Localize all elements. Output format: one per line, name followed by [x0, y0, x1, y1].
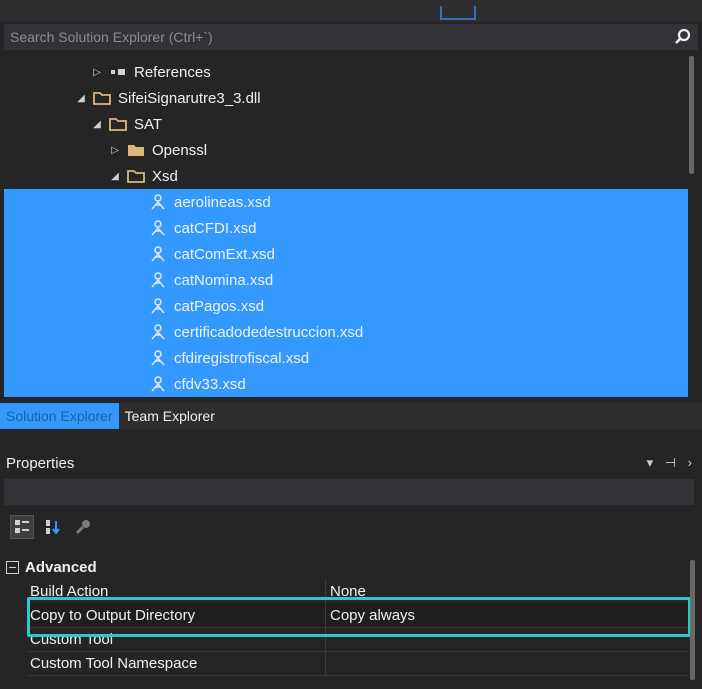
solution-tree[interactable]: ▷ References ◢ SifeiSignarutre3_3.dll ◢ SAT ▷ O… [4, 53, 688, 403]
collapse-arrow-icon[interactable]: ▷ [108, 145, 122, 156]
tree-item[interactable]: ◢ Xsd [4, 163, 688, 189]
folder-icon [126, 142, 146, 158]
collapse-icon[interactable] [6, 560, 19, 574]
tree-item-label: aerolineas.xsd [174, 193, 271, 211]
tree-scrollbar[interactable] [689, 56, 694, 174]
tab-team-explorer[interactable]: Team Explorer [119, 403, 221, 429]
expand-arrow-icon[interactable]: ◢ [74, 93, 88, 104]
search-input[interactable]: Search Solution Explorer (Ctrl+`) [4, 29, 672, 45]
property-row-custom-tool-namespace[interactable]: Custom Tool Namespace [28, 651, 688, 676]
tree-item[interactable]: ▷ Openssl [4, 137, 688, 163]
tree-item-label: catNomina.xsd [174, 271, 274, 289]
property-pages-icon[interactable] [72, 516, 94, 538]
expand-arrow-icon[interactable]: ◢ [90, 119, 104, 130]
xsd-file-icon [148, 350, 168, 366]
title-bar [0, 0, 702, 22]
property-name: Custom Tool Namespace [30, 654, 198, 672]
xsd-file-icon [148, 272, 168, 288]
tree-item-label: SifeiSignarutre3_3.dll [118, 89, 261, 107]
collapse-arrow-icon[interactable]: ▷ [90, 67, 104, 78]
folder-open-icon [92, 90, 112, 106]
xsd-file-icon [148, 246, 168, 262]
toolbar-tab-indicator [440, 6, 476, 20]
tree-item-label: SAT [134, 115, 163, 133]
tree-item-label: Openssl [152, 141, 208, 159]
properties-header: Properties ▾ ⊣ › [0, 450, 702, 476]
xsd-file-icon [148, 220, 168, 236]
tree-item[interactable]: ▷ References [4, 59, 688, 85]
tree-item-label: catCFDI.xsd [174, 219, 257, 237]
tree-item-label: catPagos.xsd [174, 297, 265, 315]
xsd-file-icon [148, 194, 168, 210]
tree-item[interactable]: catComExt.xsd [4, 241, 688, 267]
xsd-file-icon [148, 324, 168, 340]
tree-item[interactable]: catNomina.xsd [4, 267, 688, 293]
solution-explorer-search[interactable]: Search Solution Explorer (Ctrl+`) [4, 24, 698, 50]
explorer-tabs: Solution Explorer Team Explorer [0, 403, 702, 429]
xsd-file-icon [148, 376, 168, 392]
tree-item[interactable]: ◢ SAT [4, 111, 688, 137]
category-label: Advanced [25, 558, 97, 576]
window-controls[interactable]: ▾ ⊣ › [647, 455, 702, 471]
tree-item-label: Xsd [152, 167, 178, 185]
tree-item-label: References [134, 63, 211, 81]
expand-arrow-icon[interactable]: ◢ [108, 171, 122, 182]
category-advanced[interactable]: Advanced [0, 555, 688, 579]
properties-toolbar [4, 512, 700, 542]
tree-item[interactable]: certificadodedestruccion.xsd [4, 319, 688, 345]
search-icon[interactable] [672, 26, 694, 48]
property-value[interactable] [325, 651, 688, 675]
tree-item[interactable]: aerolineas.xsd [4, 189, 688, 215]
tree-item[interactable]: catPagos.xsd [4, 293, 688, 319]
tree-item[interactable]: catCFDI.xsd [4, 215, 688, 241]
properties-scrollbar[interactable] [690, 560, 695, 680]
annotation-highlight [27, 597, 691, 637]
tab-solution-explorer[interactable]: Solution Explorer [0, 403, 119, 429]
tree-item[interactable]: cfdiregistrofiscal.xsd [4, 345, 688, 371]
tree-item-label: cfdv33.xsd [174, 375, 246, 393]
tree-item-label: certificadodedestruccion.xsd [174, 323, 364, 341]
categorized-icon[interactable] [10, 515, 34, 539]
tree-item[interactable]: ◢ SifeiSignarutre3_3.dll [4, 85, 688, 111]
properties-title: Properties [6, 454, 75, 472]
tree-item-label: catComExt.xsd [174, 245, 275, 263]
object-selector[interactable] [4, 479, 694, 505]
alphabetical-icon[interactable] [42, 516, 64, 538]
references-icon [108, 64, 128, 80]
xsd-file-icon [148, 298, 168, 314]
tree-item-label: cfdiregistrofiscal.xsd [174, 349, 310, 367]
tree-item[interactable]: cfdv33.xsd [4, 371, 688, 397]
folder-open-icon [126, 168, 146, 184]
folder-open-icon [108, 116, 128, 132]
